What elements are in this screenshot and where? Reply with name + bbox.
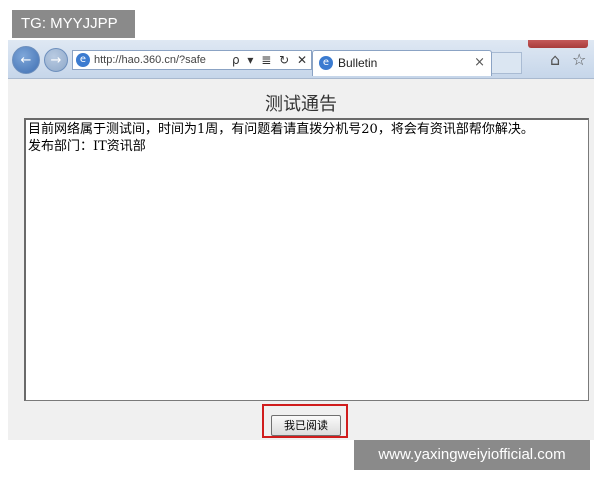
back-icon[interactable]: ← [12,46,40,74]
close-icon[interactable]: × [474,51,485,75]
notice-line: 目前网络属于测试间，时间为1周，有问题着请直拨分机号20，将会有资讯部帮你解决。 [28,122,534,137]
forward-icon[interactable]: → [44,48,68,72]
browser-window: ← → e http://hao.360.cn/?safe ρ ▾ ≣ ↻ ✕ … [8,40,594,440]
tab-label: Bulletin [338,56,378,70]
tab-bulletin[interactable]: e Bulletin × [312,50,492,76]
address-text[interactable]: http://hao.360.cn/?safe [94,51,206,69]
watermark-bottom-right: www.yaxingweiyiofficial.com [354,440,590,470]
read-confirm-button[interactable]: 我已阅读 [271,415,341,436]
window-controls[interactable] [528,40,588,48]
tab-site-icon: e [319,56,333,70]
site-icon: e [76,53,90,67]
new-tab-button[interactable] [492,52,522,74]
browser-toolbar: ← → e http://hao.360.cn/?safe ρ ▾ ≣ ↻ ✕ … [8,40,594,79]
home-icon[interactable]: ⌂ [550,50,560,69]
forward-arrow-icon: → [50,52,62,68]
back-arrow-icon: ← [20,52,32,68]
page-title: 测试通告 [265,94,337,115]
address-tools-icons[interactable]: ρ ▾ ≣ ↻ ✕ [232,50,309,70]
notice-line: 发布部门：IT资讯部 [28,139,146,154]
favorites-icon[interactable]: ☆ [572,50,586,69]
notice-textarea[interactable]: 目前网络属于测试间，时间为1周，有问题着请直拨分机号20，将会有资讯部帮你解决。… [24,118,589,401]
watermark-top-left: TG: MYYJJPP [12,10,135,38]
